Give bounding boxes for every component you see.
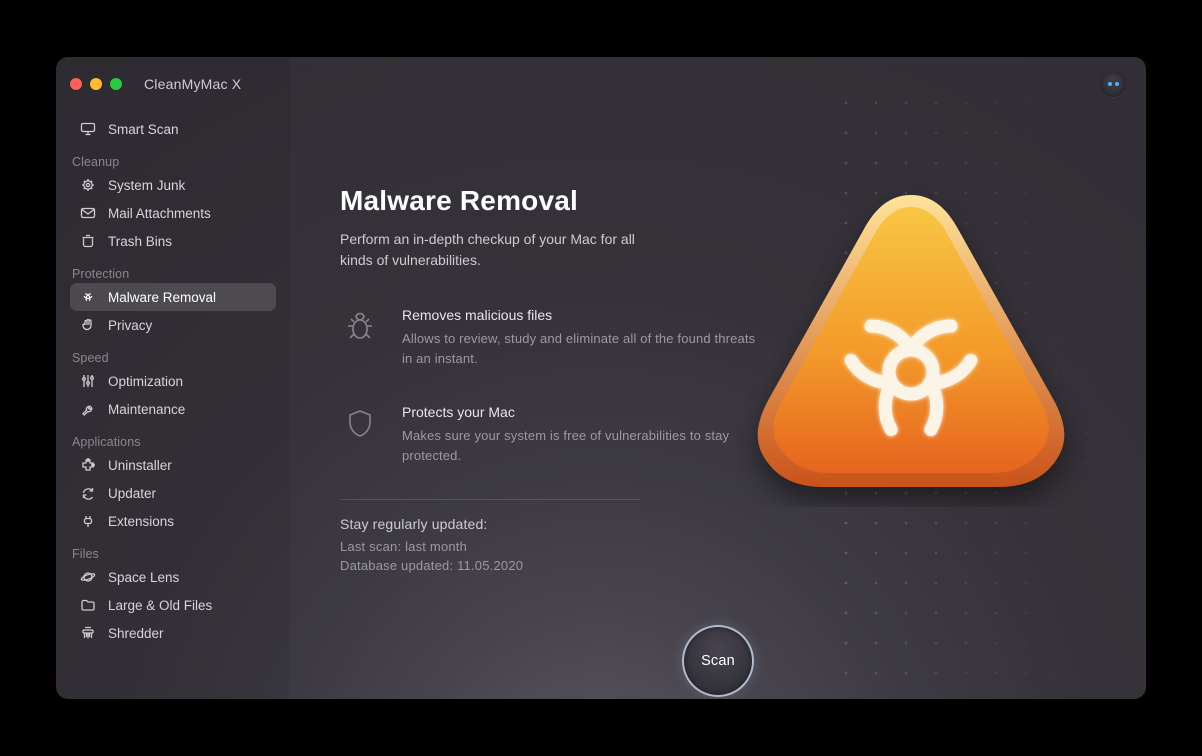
feature-desc: Makes sure your system is free of vulner… [402,426,760,465]
sidebar-list: Smart Scan Cleanup System Junk Mail Atta… [70,115,276,647]
sidebar-item-label: Shredder [108,626,164,641]
sidebar-item-malware-removal[interactable]: Malware Removal [70,283,276,311]
shield-icon [340,404,380,444]
window-minimize-button[interactable] [90,78,102,90]
sidebar-item-trash-bins[interactable]: Trash Bins [70,227,276,255]
sidebar-item-shredder[interactable]: Shredder [70,619,276,647]
update-heading: Stay regularly updated: [340,516,1086,532]
sidebar-item-label: Smart Scan [108,122,179,137]
puzzle-icon [80,457,96,473]
last-scan-text: Last scan: last month [340,539,1086,554]
scan-button-wrap: Scan [670,613,766,699]
feature-title: Removes malicious files [402,307,760,323]
refresh-icon [80,485,96,501]
feature-desc: Allows to review, study and eliminate al… [402,329,760,368]
sidebar: CleanMyMac X Smart Scan Cleanup System J… [56,57,290,699]
trash-icon [80,233,96,249]
page-subtitle: Perform an in-depth checkup of your Mac … [340,229,660,271]
assistant-menu-button[interactable] [1100,71,1126,97]
titlebar: CleanMyMac X [70,71,276,97]
scan-button[interactable]: Scan [682,625,754,697]
sidebar-item-mail-attachments[interactable]: Mail Attachments [70,199,276,227]
plug-icon [80,513,96,529]
feature-protects-mac: Protects your Mac Makes sure your system… [340,404,760,465]
sidebar-item-label: Optimization [108,374,183,389]
sidebar-item-smart-scan[interactable]: Smart Scan [70,115,276,143]
sidebar-item-label: Mail Attachments [108,206,211,221]
sidebar-item-privacy[interactable]: Privacy [70,311,276,339]
malware-hero-illustration [736,177,1086,507]
hand-icon [80,317,96,333]
sidebar-item-label: Large & Old Files [108,598,212,613]
display-icon [80,121,96,137]
sidebar-item-label: Trash Bins [108,234,172,249]
app-window: CleanMyMac X Smart Scan Cleanup System J… [56,57,1146,699]
sidebar-item-extensions[interactable]: Extensions [70,507,276,535]
sidebar-item-maintenance[interactable]: Maintenance [70,395,276,423]
sidebar-item-system-junk[interactable]: System Junk [70,171,276,199]
sidebar-section-cleanup: Cleanup [72,155,276,169]
sidebar-item-label: System Junk [108,178,185,193]
sidebar-item-label: Uninstaller [108,458,172,473]
app-title: CleanMyMac X [144,76,241,92]
window-close-button[interactable] [70,78,82,90]
sliders-icon [80,373,96,389]
sidebar-item-large-old-files[interactable]: Large & Old Files [70,591,276,619]
sidebar-section-speed: Speed [72,351,276,365]
sidebar-item-label: Updater [108,486,156,501]
divider [340,499,640,500]
sidebar-item-label: Space Lens [108,570,179,585]
sidebar-item-optimization[interactable]: Optimization [70,367,276,395]
sidebar-item-space-lens[interactable]: Space Lens [70,563,276,591]
sidebar-item-label: Malware Removal [108,290,216,305]
sidebar-section-files: Files [72,547,276,561]
feature-title: Protects your Mac [402,404,760,420]
sidebar-section-protection: Protection [72,267,276,281]
biohazard-icon [80,289,96,305]
bug-icon [340,307,380,347]
page-title: Malware Removal [340,185,1086,217]
gear-icon [80,177,96,193]
shredder-icon [80,625,96,641]
sidebar-item-label: Privacy [108,318,152,333]
sidebar-item-label: Extensions [108,514,174,529]
planet-icon [80,569,96,585]
wrench-icon [80,401,96,417]
folder-icon [80,597,96,613]
window-zoom-button[interactable] [110,78,122,90]
main-content: Malware Removal Perform an in-depth chec… [290,57,1146,699]
mail-icon [80,205,96,221]
sidebar-item-updater[interactable]: Updater [70,479,276,507]
sidebar-section-applications: Applications [72,435,276,449]
sidebar-item-uninstaller[interactable]: Uninstaller [70,451,276,479]
sidebar-item-label: Maintenance [108,402,185,417]
db-updated-text: Database updated: 11.05.2020 [340,558,1086,573]
feature-removes-malicious: Removes malicious files Allows to review… [340,307,760,368]
